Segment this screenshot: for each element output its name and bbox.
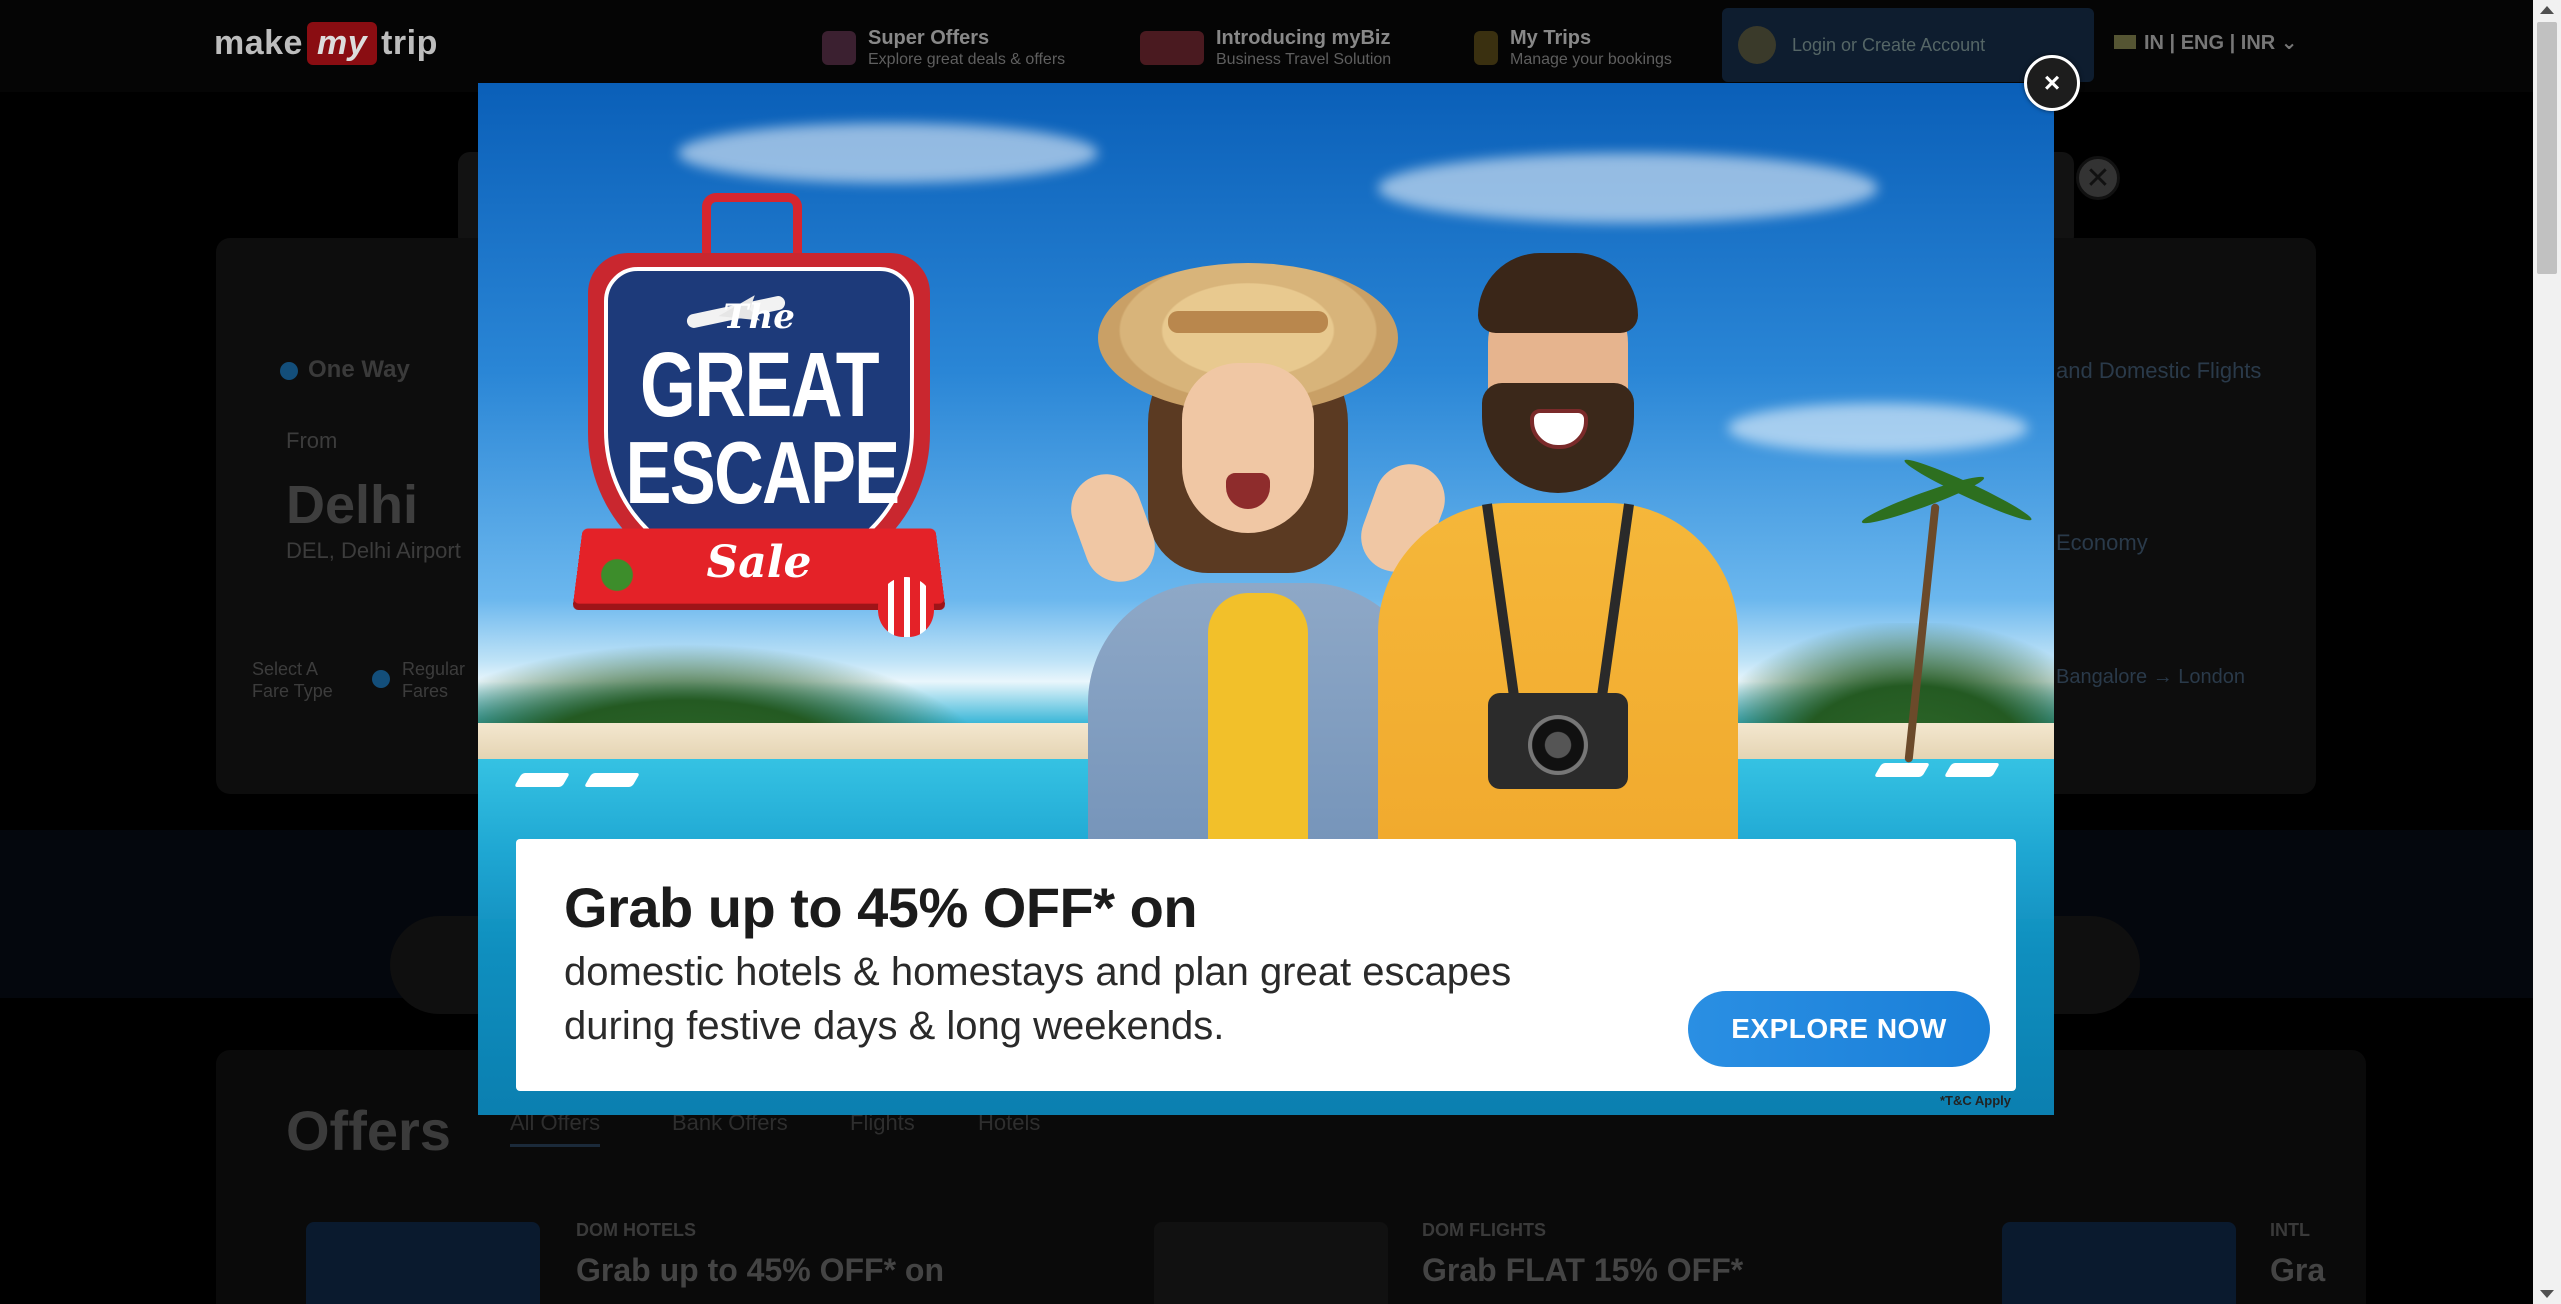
language-currency-selector[interactable]: IN | ENG | INR ⌄ [2114,30,2298,55]
top-nav-bar: make my trip Super Offers Explore great de… [0,0,2533,92]
offers-title: Offers [286,1099,451,1162]
offer-card-image[interactable] [306,1222,540,1304]
cloud [678,123,1098,183]
explore-now-button[interactable]: EXPLORE NOW [1688,991,1990,1067]
from-airport: DEL, Delhi Airport [286,538,461,563]
vertical-scrollbar[interactable] [2533,0,2561,1304]
promo-hero-image[interactable]: The GREAT ESCAPE Sale Grab up to 45% OFF… [478,83,2054,1115]
man-figure [1378,253,1738,923]
badge-great: GREAT [639,334,880,436]
suitcase-icon [1474,31,1498,65]
flag-icon [2114,35,2136,49]
badge-escape: ESCAPE [625,423,900,522]
nav-title: My Trips [1510,27,1592,49]
offer-tab-all[interactable]: All Offers [510,1110,601,1147]
trip-type-label: One Way [308,356,410,383]
scrollbar-thumb[interactable] [2537,22,2557,274]
from-city[interactable]: Delhi [286,474,418,536]
radio-one-way[interactable] [280,362,298,380]
promo-modal: The GREAT ESCAPE Sale Grab up to 45% OFF… [478,83,2054,1115]
nav-mybiz[interactable]: Introducing myBiz Business Travel Soluti… [1140,20,1391,76]
cloud [1378,153,1878,223]
hat-band [1168,311,1328,333]
chevron-down-icon: ⌄ [2280,32,2298,54]
user-avatar-icon [1738,26,1776,64]
cloud [1728,403,2028,453]
mybiz-icon [1140,31,1204,65]
offer-card-image[interactable] [2002,1222,2236,1304]
close-modal-icon[interactable]: × [2024,55,2080,111]
logo-text-right: trip [381,24,438,62]
flight-type-text: and Domestic Flights [2056,358,2262,383]
scroll-up-icon[interactable] [2540,6,2554,14]
palm-leaf [1859,471,1987,529]
offer-headline[interactable]: Grab up to 45% OFF* on [576,1252,944,1289]
offer-category: DOM FLIGHTS [1422,1220,1546,1240]
fare-type-label: Select A Fare Type [252,659,333,701]
offers-icon [822,31,856,65]
from-label: From [286,428,338,453]
lounger [1873,763,1931,777]
nav-subtitle: Explore great deals & offers [868,51,1066,68]
promo-description-line: domestic hotels & homestays and plan gre… [564,950,1512,994]
promo-description-line: during festive days & long weekends. [564,1004,1225,1048]
palm-leaf [1901,454,2035,526]
nav-subtitle: Business Travel Solution [1216,51,1392,68]
offer-category: DOM HOTELS [576,1220,696,1240]
nav-my-trips[interactable]: My Trips Manage your bookings [1474,20,1672,76]
promo-info-panel: Grab up to 45% OFF* on domestic hotels &… [516,839,2016,1091]
lang-text: IN | ENG | INR [2144,32,2276,54]
lounger [513,773,571,787]
offer-card-image[interactable] [1154,1222,1388,1304]
camera-lens [1528,715,1588,775]
travel-class: Economy [2056,530,2148,555]
login-text: Login or Create Account [1792,34,1986,55]
recent-search[interactable]: Bangalore → London [2056,666,2245,689]
palm-icon [582,547,652,617]
nav-super-offers[interactable]: Super Offers Explore great deals & offer… [822,20,1065,76]
badge-the: The [723,297,795,337]
nav-title: Introducing myBiz [1216,27,1391,49]
terms-note: *T&C Apply [1940,1093,2012,1108]
great-escape-badge: The GREAT ESCAPE Sale [573,187,945,647]
site-logo[interactable]: make my trip [214,22,438,65]
nav-subtitle: Manage your bookings [1510,51,1672,68]
hot-air-balloon-icon [878,577,934,637]
logo-text-left: make [214,24,303,62]
nav-title: Super Offers [868,27,990,49]
offer-category: INTL [2270,1220,2310,1240]
promo-headline: Grab up to 45% OFF* on [564,876,1198,939]
lounger [1943,763,2001,777]
lounger [583,773,641,787]
man-hair [1478,253,1638,333]
logo-text-mid: my [306,22,378,65]
scroll-down-icon[interactable] [2540,1290,2554,1298]
background-close-icon[interactable]: ✕ [2076,156,2120,200]
fare-option: Regular Fares [402,659,466,701]
offer-headline[interactable]: Grab FLAT 15% OFF* [1422,1252,1743,1289]
promo-description: domestic hotels & homestays and plan gre… [564,945,1564,1053]
radio-regular-fare[interactable] [372,670,390,688]
offer-headline[interactable]: Gra [2270,1252,2325,1289]
